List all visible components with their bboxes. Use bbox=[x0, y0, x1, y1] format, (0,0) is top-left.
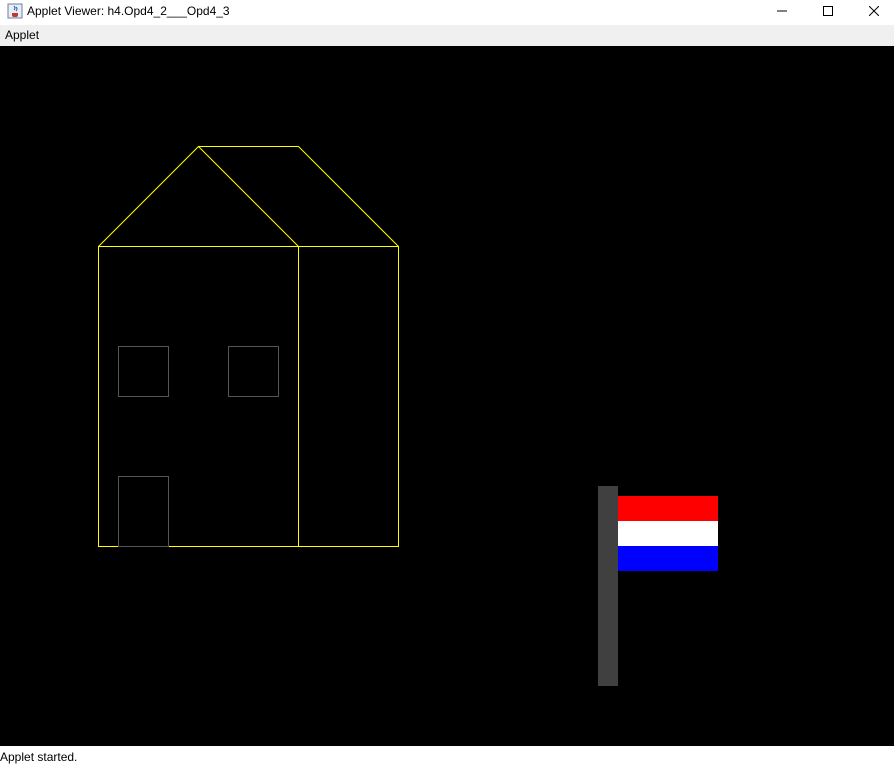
close-icon bbox=[869, 6, 879, 16]
applet-drawing bbox=[98, 145, 718, 686]
title-bar[interactable]: Applet Viewer: h4.Opd4_2___Opd4_3 bbox=[0, 0, 894, 25]
menu-bar: Applet bbox=[0, 25, 894, 46]
close-button[interactable] bbox=[851, 0, 894, 22]
menu-applet[interactable]: Applet bbox=[5, 28, 39, 42]
flag-stripe-red bbox=[618, 496, 718, 521]
flag-pole bbox=[598, 486, 618, 686]
applet-canvas[interactable] bbox=[0, 46, 894, 746]
status-bar: Applet started. bbox=[0, 746, 894, 766]
house-window-right bbox=[228, 346, 279, 397]
house-window-left bbox=[118, 346, 169, 397]
java-icon bbox=[7, 3, 23, 19]
window-title: Applet Viewer: h4.Opd4_2___Opd4_3 bbox=[27, 4, 230, 18]
minimize-icon bbox=[777, 10, 787, 12]
flag-stripe-blue bbox=[618, 546, 718, 571]
applet-viewer-window: Applet Viewer: h4.Opd4_2___Opd4_3 Applet bbox=[0, 0, 894, 766]
status-text: Applet started. bbox=[0, 750, 78, 764]
house-roof-front bbox=[98, 145, 299, 247]
flag-stripe-white bbox=[618, 521, 718, 546]
minimize-button[interactable] bbox=[759, 0, 805, 22]
flag bbox=[598, 486, 718, 686]
house-roof-side bbox=[198, 146, 399, 247]
house-side-wall bbox=[298, 246, 399, 547]
maximize-button[interactable] bbox=[805, 0, 851, 22]
house bbox=[98, 145, 399, 547]
house-door bbox=[118, 476, 169, 547]
maximize-icon bbox=[823, 6, 833, 16]
